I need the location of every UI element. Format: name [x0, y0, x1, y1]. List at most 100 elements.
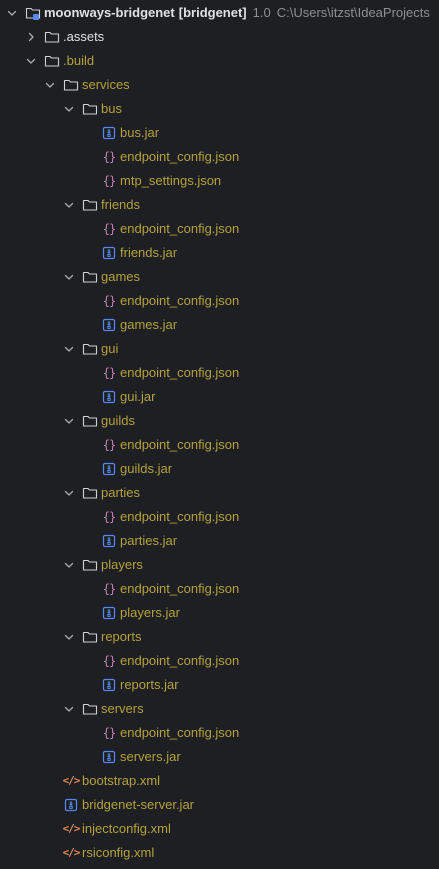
- tree-node-xml[interactable]: </> injectconfig.xml: [0, 817, 439, 841]
- tree-node-folder[interactable]: reports: [0, 625, 439, 649]
- tree-node-xml[interactable]: </> bootstrap.xml: [0, 769, 439, 793]
- json-braces-icon: {}: [101, 293, 117, 309]
- folder-icon: [82, 629, 98, 645]
- tree-node-label: bridgenet-server.jar: [82, 797, 194, 812]
- tree-node-json[interactable]: {} endpoint_config.json: [0, 361, 439, 385]
- tree-node-label: bus: [101, 101, 122, 116]
- jar-archive-icon: [101, 605, 117, 621]
- tree-node-label: parties: [101, 485, 141, 500]
- tree-node-label: games.jar: [120, 317, 178, 332]
- tree-node-jar[interactable]: games.jar: [0, 313, 439, 337]
- tree-node-label: moonways-bridgenet: [44, 5, 175, 20]
- tree-node-folder[interactable]: .build: [0, 49, 439, 73]
- tree-node-label: rsiconfig.xml: [82, 845, 155, 860]
- json-braces-glyph: {}: [102, 366, 116, 380]
- chevron-down-icon[interactable]: [63, 103, 75, 115]
- chevron-down-icon[interactable]: [63, 487, 75, 499]
- tree-node-json[interactable]: {} endpoint_config.json: [0, 505, 439, 529]
- tree-node-label: friends.jar: [120, 245, 178, 260]
- tree-node-jar[interactable]: bridgenet-server.jar: [0, 793, 439, 817]
- tree-node-folder[interactable]: games: [0, 265, 439, 289]
- tree-node-jar[interactable]: parties.jar: [0, 529, 439, 553]
- chevron-down-icon[interactable]: [44, 79, 56, 91]
- chevron-down-icon[interactable]: [25, 55, 37, 67]
- xml-tag-icon: </>: [63, 821, 81, 837]
- folder-icon: [63, 77, 79, 93]
- jar-archive-icon: [63, 797, 79, 813]
- tree-node-json[interactable]: {} mtp_settings.json: [0, 169, 439, 193]
- tree-node-folder[interactable]: friends: [0, 193, 439, 217]
- tree-node-jar[interactable]: servers.jar: [0, 745, 439, 769]
- tree-node-jar[interactable]: bus.jar: [0, 121, 439, 145]
- tree-node-label: gui: [101, 341, 119, 356]
- chevron-right-icon[interactable]: [25, 31, 37, 43]
- tree-node-folder[interactable]: servers: [0, 697, 439, 721]
- json-braces-glyph: {}: [102, 582, 116, 596]
- folder-icon: [82, 413, 98, 429]
- tree-node-label: endpoint_config.json: [120, 293, 240, 308]
- project-module-name: [bridgenet]: [178, 5, 247, 20]
- jar-archive-icon: [101, 125, 117, 141]
- tree-node-json[interactable]: {} endpoint_config.json: [0, 577, 439, 601]
- tree-node-label: guilds: [101, 413, 135, 428]
- tree-node-json[interactable]: {} endpoint_config.json: [0, 289, 439, 313]
- chevron-down-icon[interactable]: [63, 343, 75, 355]
- tree-node-folder[interactable]: services: [0, 73, 439, 97]
- tree-node-label: endpoint_config.json: [120, 365, 240, 380]
- chevron-down-icon[interactable]: [63, 703, 75, 715]
- tree-node-json[interactable]: {} endpoint_config.json: [0, 433, 439, 457]
- json-braces-icon: {}: [101, 581, 117, 597]
- tree-node-folder[interactable]: gui: [0, 337, 439, 361]
- tree-node-folder[interactable]: players: [0, 553, 439, 577]
- chevron-down-icon[interactable]: [63, 415, 75, 427]
- json-braces-glyph: {}: [102, 726, 116, 740]
- tree-node-jar[interactable]: guilds.jar: [0, 457, 439, 481]
- tree-node-label: reports.jar: [120, 677, 179, 692]
- tree-node-label: .build: [63, 53, 95, 68]
- tree-node-folder[interactable]: bus: [0, 97, 439, 121]
- tree-node-label: servers: [101, 701, 144, 716]
- folder-icon: [44, 53, 60, 69]
- jar-archive-icon: [101, 533, 117, 549]
- json-braces-icon: {}: [101, 221, 117, 237]
- json-braces-glyph: {}: [102, 438, 116, 452]
- tree-node-jar[interactable]: reports.jar: [0, 673, 439, 697]
- project-tree[interactable]: moonways-bridgenet [bridgenet] 1.0 C:\Users…: [0, 0, 439, 869]
- tree-node-json[interactable]: {} endpoint_config.json: [0, 649, 439, 673]
- tree-node-jar[interactable]: gui.jar: [0, 385, 439, 409]
- json-braces-glyph: {}: [102, 174, 116, 188]
- chevron-down-icon[interactable]: [63, 631, 75, 643]
- chevron-down-icon[interactable]: [63, 271, 75, 283]
- tree-node-json[interactable]: {} endpoint_config.json: [0, 145, 439, 169]
- chevron-down-icon[interactable]: [63, 559, 75, 571]
- tree-node-project[interactable]: moonways-bridgenet [bridgenet] 1.0 C:\Users…: [0, 1, 439, 25]
- jar-archive-icon: [101, 677, 117, 693]
- jar-archive-icon: [101, 317, 117, 333]
- tree-node-xml[interactable]: </> rsiconfig.xml: [0, 841, 439, 865]
- jar-archive-icon: [101, 389, 117, 405]
- tree-node-folder[interactable]: guilds: [0, 409, 439, 433]
- xml-tag-icon: </>: [63, 773, 81, 789]
- tree-node-jar[interactable]: players.jar: [0, 601, 439, 625]
- tree-node-folder[interactable]: parties: [0, 481, 439, 505]
- tree-node-label: endpoint_config.json: [120, 437, 240, 452]
- xml-tag-icon: </>: [63, 845, 81, 861]
- json-braces-glyph: {}: [102, 150, 116, 164]
- folder-icon: [82, 341, 98, 357]
- chevron-down-icon[interactable]: [6, 7, 18, 19]
- folder-icon: [82, 485, 98, 501]
- tree-node-label: bus.jar: [120, 125, 160, 140]
- json-braces-icon: {}: [101, 725, 117, 741]
- tree-node-json[interactable]: {} endpoint_config.json: [0, 217, 439, 241]
- tree-node-label: endpoint_config.json: [120, 221, 240, 236]
- tree-node-jar[interactable]: friends.jar: [0, 241, 439, 265]
- tree-node-folder[interactable]: .assets: [0, 25, 439, 49]
- tree-node-label: gui.jar: [120, 389, 156, 404]
- chevron-down-icon[interactable]: [63, 199, 75, 211]
- json-braces-icon: {}: [101, 149, 117, 165]
- tree-node-label: services: [82, 77, 130, 92]
- tree-node-json[interactable]: {} endpoint_config.json: [0, 721, 439, 745]
- jar-archive-icon: [101, 749, 117, 765]
- tree-node-label: endpoint_config.json: [120, 653, 240, 668]
- folder-icon: [82, 197, 98, 213]
